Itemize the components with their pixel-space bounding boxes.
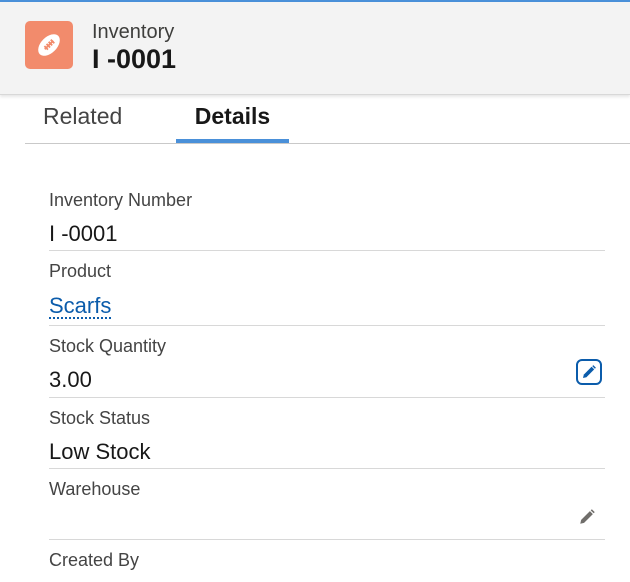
- field-product: Product Scarfs: [49, 251, 605, 326]
- tab-related[interactable]: Related: [25, 95, 147, 143]
- field-stock-quantity: Stock Quantity 3.00: [49, 326, 605, 398]
- field-value: I -0001: [49, 221, 118, 246]
- record-page: Inventory I -0001 Related Details Invent…: [0, 0, 630, 582]
- field-inventory-number: Inventory Number I -0001: [49, 180, 605, 251]
- field-label: Stock Quantity: [49, 336, 167, 356]
- pencil-icon: [583, 365, 596, 378]
- active-tab-indicator: [176, 139, 289, 143]
- field-created-by: Created By: [49, 540, 605, 582]
- edit-stock-quantity-button[interactable]: [576, 359, 602, 385]
- field-stock-status: Stock Status Low Stock: [49, 398, 605, 469]
- field-label: Product: [49, 261, 112, 281]
- field-label: Created By: [49, 550, 140, 570]
- object-label: Inventory: [92, 21, 175, 43]
- field-label: Stock Status: [49, 408, 151, 428]
- tab-bar: Related Details: [25, 95, 630, 144]
- field-label: Inventory Number: [49, 190, 193, 210]
- pencil-icon: [580, 509, 595, 524]
- product-link[interactable]: Scarfs: [49, 295, 112, 319]
- field-warehouse: Warehouse: [49, 469, 605, 540]
- tab-details[interactable]: Details: [176, 95, 289, 143]
- field-label: Warehouse: [49, 479, 141, 499]
- field-value: Low Stock: [49, 439, 151, 464]
- record-title: I -0001: [92, 44, 177, 74]
- field-value: 3.00: [49, 367, 92, 392]
- edit-warehouse-button[interactable]: [577, 507, 597, 527]
- details-field-list: Inventory Number I -0001 Product Scarfs …: [49, 180, 605, 582]
- football-icon: [25, 21, 73, 69]
- record-header: Inventory I -0001: [0, 2, 630, 95]
